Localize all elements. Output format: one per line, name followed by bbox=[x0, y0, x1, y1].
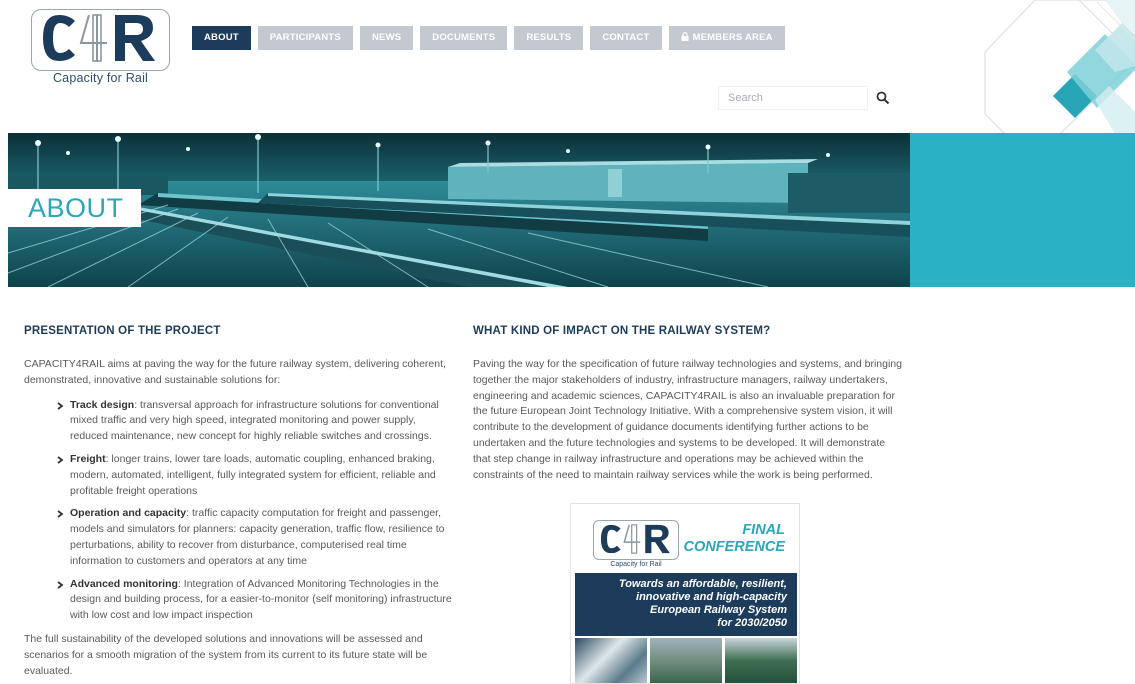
search-box bbox=[718, 86, 892, 110]
list-item: Advanced monitoring: Integration of Adva… bbox=[57, 577, 454, 624]
list-item-term: Freight bbox=[70, 452, 106, 465]
nav-news[interactable]: NEWS bbox=[359, 26, 414, 50]
poster-band-line: for 2030/2050 bbox=[717, 617, 787, 629]
feature-list: Track design: transversal approach for i… bbox=[57, 398, 454, 624]
poster-title-line2: CONFERENCE bbox=[683, 539, 785, 555]
list-item-term: Advanced monitoring bbox=[70, 577, 178, 590]
nav-members-area[interactable]: MEMBERS AREA bbox=[668, 26, 785, 50]
poster-photo bbox=[650, 638, 722, 683]
list-item-text: : longer trains, lower tare loads, autom… bbox=[70, 452, 436, 497]
chevron-right-icon bbox=[57, 510, 64, 519]
presentation-outro: The full sustainability of the developed… bbox=[24, 632, 428, 677]
impact-body: Paving the way for the specification of … bbox=[473, 358, 902, 481]
impact-section: WHAT KIND OF IMPACT ON THE RAILWAY SYSTE… bbox=[473, 325, 905, 483]
presentation-intro: CAPACITY4RAIL aims at paving the way for… bbox=[24, 358, 446, 386]
poster-title: FINAL CONFERENCE bbox=[683, 522, 785, 556]
hero-railway-image bbox=[8, 133, 910, 287]
poster-band-line: innovative and high-capacity bbox=[636, 591, 787, 603]
list-item-term: Operation and capacity bbox=[70, 507, 187, 520]
poster-logo: Capacity for Rail bbox=[593, 520, 679, 568]
nav-contact[interactable]: CONTACT bbox=[590, 26, 662, 50]
search-input[interactable] bbox=[718, 86, 868, 110]
chevron-right-icon bbox=[57, 580, 64, 589]
site-logo[interactable]: Capacity for Rail bbox=[31, 9, 170, 87]
nav-about[interactable]: ABOUT bbox=[192, 26, 251, 50]
lock-icon bbox=[681, 32, 688, 41]
poster-photo bbox=[725, 638, 797, 683]
list-item: Operation and capacity: traffic capacity… bbox=[57, 506, 454, 569]
c4r-logo-mark bbox=[43, 14, 155, 62]
poster-photos bbox=[575, 638, 797, 683]
page-title: ABOUT bbox=[8, 189, 141, 227]
decorative-diamonds bbox=[984, 0, 1135, 134]
poster-band-line: European Railway System bbox=[650, 604, 787, 616]
main-nav: ABOUT PARTICIPANTS NEWS DOCUMENTS RESULT… bbox=[192, 26, 785, 50]
logo-tagline: Capacity for Rail bbox=[52, 71, 149, 85]
poster-photo bbox=[575, 638, 647, 683]
impact-heading: WHAT KIND OF IMPACT ON THE RAILWAY SYSTE… bbox=[473, 325, 771, 337]
list-item-term: Track design bbox=[70, 398, 135, 411]
presentation-heading: PRESENTATION OF THE PROJECT bbox=[24, 325, 221, 337]
c4r-logo-mark bbox=[600, 524, 670, 554]
poster-band-line: Towards an affordable, resilient, bbox=[618, 578, 787, 590]
list-item: Freight: longer trains, lower tare loads… bbox=[57, 452, 454, 499]
poster-title-line1: FINAL bbox=[742, 522, 785, 538]
presentation-section: PRESENTATION OF THE PROJECT CAPACITY4RAI… bbox=[24, 325, 454, 679]
nav-results[interactable]: RESULTS bbox=[514, 26, 584, 50]
chevron-right-icon bbox=[57, 456, 64, 464]
chevron-right-icon bbox=[57, 401, 64, 410]
nav-documents[interactable]: DOCUMENTS bbox=[420, 26, 508, 50]
poster-subtitle-band: Towards an affordable, resilient, innova… bbox=[575, 573, 797, 636]
poster-logo-tagline: Capacity for Rail bbox=[610, 561, 662, 568]
list-item: Track design: transversal approach for i… bbox=[57, 398, 454, 445]
nav-participants[interactable]: PARTICIPANTS bbox=[257, 26, 353, 50]
final-conference-poster[interactable]: Capacity for Rail FINAL CONFERENCE Towar… bbox=[570, 503, 800, 684]
banner-teal-panel bbox=[910, 133, 1135, 287]
search-icon[interactable] bbox=[876, 91, 890, 105]
nav-members-area-label: MEMBERS AREA bbox=[692, 32, 773, 43]
